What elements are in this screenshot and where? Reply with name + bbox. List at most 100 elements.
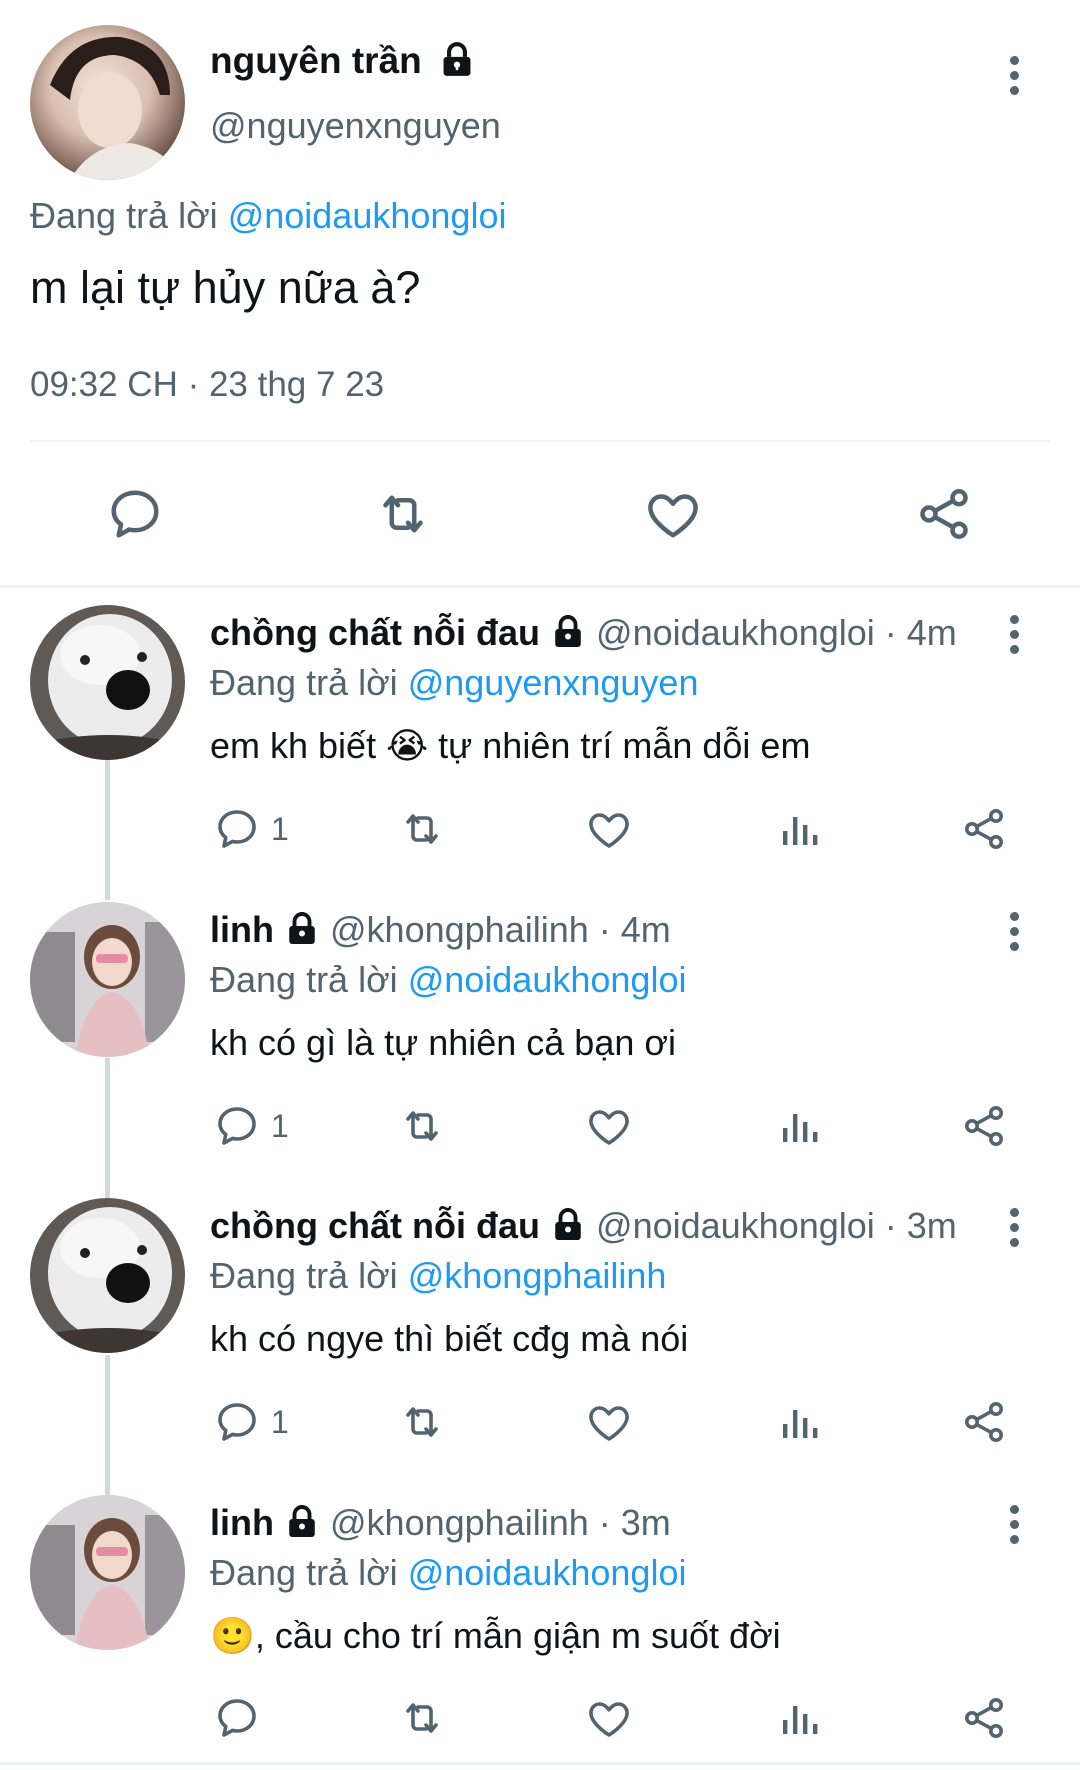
reply-author-name[interactable]: linh — [210, 1502, 274, 1543]
reply-count: 1 — [271, 1107, 289, 1144]
reply-author-handle[interactable]: @khongphailinh — [330, 1502, 589, 1543]
thread-line — [105, 1058, 110, 1198]
reply-text: em kh biết 😭 tự nhiên trí mẫn dỗi em — [210, 725, 810, 767]
reply-time[interactable]: · 4m — [589, 909, 671, 950]
reply-avatar[interactable] — [30, 605, 185, 760]
retweet-icon — [406, 814, 438, 844]
reply-author-name[interactable]: chồng chất nỗi đau — [210, 1205, 540, 1246]
reply-text: 🙂, cầu cho trí mẫn giận m suốt đời — [210, 1615, 781, 1657]
more-icon[interactable] — [1010, 615, 1020, 660]
share-button[interactable] — [960, 1694, 1008, 1742]
reply-button[interactable]: 1 — [213, 805, 289, 853]
lock-icon — [555, 1208, 581, 1241]
reply-text: kh có ngye thì biết cđg mà nói — [210, 1318, 689, 1359]
more-icon[interactable] — [1010, 1505, 1020, 1550]
more-icon[interactable] — [1010, 56, 1020, 101]
reply-author-handle[interactable]: @noidaukhongloi — [596, 1205, 875, 1246]
reply-avatar[interactable] — [30, 1495, 185, 1650]
replying-label: Đang trả lời — [210, 1552, 398, 1593]
author-avatar[interactable] — [30, 25, 185, 180]
views-button[interactable] — [775, 1398, 823, 1446]
replying-to-line: Đang trả lời @noidaukhongloi — [210, 1552, 686, 1594]
replying-to-line: Đang trả lời @khongphailinh — [210, 1255, 666, 1297]
reply-avatar[interactable] — [30, 902, 185, 1057]
more-icon[interactable] — [1010, 1208, 1020, 1253]
replying-to-line: Đang trả lời @nguyenxnguyen — [210, 662, 698, 704]
more-icon[interactable] — [1010, 912, 1020, 957]
share-button[interactable] — [960, 805, 1008, 853]
reply-author-name[interactable]: linh — [210, 909, 274, 950]
replying-label: Đang trả lời — [30, 195, 218, 236]
share-icon — [965, 1402, 1003, 1442]
reply-button[interactable] — [213, 1694, 271, 1742]
reply-time[interactable]: · 4m — [875, 612, 957, 653]
replying-label: Đang trả lời — [210, 959, 398, 1000]
replying-to-line: Đang trả lời @noidaukhongloi — [210, 959, 686, 1001]
tweet-timestamp[interactable]: 09:32 CH · 23 thg 7 23 — [30, 365, 384, 405]
views-button[interactable] — [775, 1102, 823, 1150]
replying-to-link[interactable]: @khongphailinh — [408, 1255, 667, 1296]
reply-text-part: em kh biết — [210, 725, 387, 766]
like-button[interactable] — [643, 484, 703, 544]
reply-text-part: , cầu cho trí mẫn giận m suốt đời — [254, 1615, 781, 1656]
retweet-button[interactable] — [398, 1102, 446, 1150]
reply-time[interactable]: · 3m — [875, 1205, 957, 1246]
reply-button[interactable] — [105, 484, 165, 544]
like-icon — [648, 494, 698, 538]
reply-icon — [218, 1699, 256, 1737]
reply-text-part: tự nhiên trí mẫn dỗi em — [428, 725, 811, 766]
like-button[interactable] — [585, 1398, 633, 1446]
tweet-text: m lại tự hủy nữa à? — [30, 262, 421, 313]
reply-button[interactable]: 1 — [213, 1102, 289, 1150]
replying-to-link[interactable]: @noidaukhongloi — [408, 1552, 687, 1593]
reply-time[interactable]: · 3m — [589, 1502, 671, 1543]
views-button[interactable] — [775, 1694, 823, 1742]
share-icon — [965, 809, 1003, 849]
author-handle[interactable]: @nguyenxnguyen — [210, 105, 501, 147]
replying-to-link[interactable]: @noidaukhongloi — [408, 959, 687, 1000]
like-button[interactable] — [585, 1694, 633, 1742]
lock-icon — [555, 615, 581, 648]
reply-header: chồng chất nỗi đau @noidaukhongloi · 3m — [210, 1205, 957, 1247]
replying-label: Đang trả lời — [210, 662, 398, 703]
retweet-icon — [406, 1703, 438, 1733]
reply-author-handle[interactable]: @khongphailinh — [330, 909, 589, 950]
reply-header: linh @khongphailinh · 3m — [210, 1502, 671, 1544]
retweet-button[interactable] — [398, 805, 446, 853]
reply-count: 1 — [271, 1403, 289, 1440]
replying-to-link[interactable]: @noidaukhongloi — [228, 195, 507, 236]
reply-icon — [218, 810, 256, 848]
views-button[interactable] — [775, 805, 823, 853]
thread-line — [105, 760, 110, 900]
smile-emoji: 🙂 — [210, 1615, 255, 1656]
like-icon — [589, 813, 629, 848]
reply-author-handle[interactable]: @noidaukhongloi — [596, 612, 875, 653]
replying-to-line: Đang trả lời @noidaukhongloi — [30, 195, 506, 237]
reply-author-name[interactable]: chồng chất nỗi đau — [210, 612, 540, 653]
views-icon — [783, 1114, 818, 1142]
reply-icon — [218, 1107, 256, 1145]
retweet-button[interactable] — [398, 1398, 446, 1446]
lock-icon — [289, 1505, 315, 1538]
share-button[interactable] — [960, 1398, 1008, 1446]
retweet-button[interactable] — [372, 484, 434, 544]
author-name[interactable]: nguyên trần — [210, 40, 476, 82]
reply-header: linh @khongphailinh · 4m — [210, 909, 671, 951]
share-button[interactable] — [960, 1102, 1008, 1150]
like-button[interactable] — [585, 1102, 633, 1150]
share-button[interactable] — [914, 484, 974, 544]
reply-count: 1 — [271, 810, 289, 847]
share-icon — [965, 1106, 1003, 1146]
retweet-button[interactable] — [398, 1694, 446, 1742]
share-icon — [965, 1698, 1003, 1738]
like-icon — [589, 1110, 629, 1145]
lock-icon — [289, 912, 315, 945]
crying-emoji: 😭 — [386, 725, 429, 766]
lock-icon — [443, 42, 471, 77]
reply-button[interactable]: 1 — [213, 1398, 289, 1446]
retweet-icon — [383, 495, 423, 533]
share-icon — [920, 489, 968, 539]
like-button[interactable] — [585, 805, 633, 853]
reply-avatar[interactable] — [30, 1198, 185, 1353]
replying-to-link[interactable]: @nguyenxnguyen — [408, 662, 699, 703]
